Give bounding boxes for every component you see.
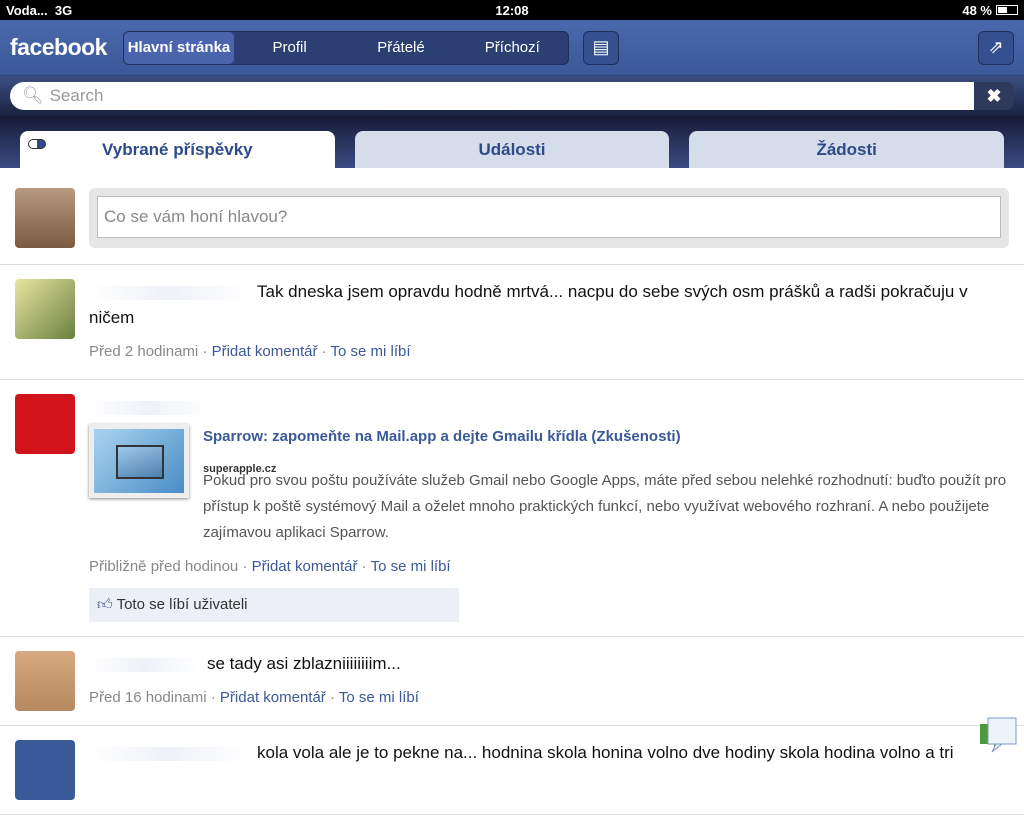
clear-search-button[interactable]: ✖ bbox=[974, 82, 1014, 110]
tab-requests[interactable]: Žádosti bbox=[689, 131, 1005, 168]
toggle-icon[interactable] bbox=[28, 139, 46, 149]
tab-inbox[interactable]: Příchozí bbox=[457, 32, 568, 64]
nav-segments: Hlavní stránka Profil Přátelé Příchozí bbox=[122, 30, 569, 65]
avatar bbox=[15, 188, 75, 248]
list-item: Tak dneska jsem opravdu hodně mrtvá... n… bbox=[0, 265, 1024, 380]
search-input[interactable]: 🔍︎ Search bbox=[10, 82, 974, 110]
share-icon: ⇗ bbox=[988, 37, 1004, 57]
notes-icon: ▤ bbox=[592, 37, 610, 57]
status-input[interactable]: Co se vám honí hlavou? bbox=[97, 196, 1001, 238]
like-link[interactable]: To se mi líbí bbox=[339, 689, 419, 706]
facebook-logo[interactable]: facebook bbox=[10, 34, 107, 61]
close-icon: ✖ bbox=[986, 85, 1002, 106]
link-title[interactable]: Sparrow: zapomeňte na Mail.app a dejte G… bbox=[203, 424, 681, 450]
avatar[interactable] bbox=[15, 740, 75, 800]
tab-home[interactable]: Hlavní stránka bbox=[123, 31, 234, 64]
avatar[interactable] bbox=[15, 651, 75, 711]
avatar[interactable] bbox=[15, 279, 75, 339]
like-link[interactable]: To se mi líbí bbox=[331, 343, 411, 360]
search-icon: 🔍︎ bbox=[22, 86, 44, 105]
link-thumbnail[interactable] bbox=[89, 424, 189, 498]
list-item: se tady asi zblazniiiiiiiim... Před 16 h… bbox=[0, 637, 1024, 726]
add-comment-link[interactable]: Přidat komentář bbox=[252, 558, 358, 575]
add-comment-link[interactable]: Přidat komentář bbox=[220, 689, 326, 706]
tab-events[interactable]: Události bbox=[354, 131, 670, 168]
tab-friends[interactable]: Přátelé bbox=[345, 32, 456, 64]
top-nav: facebook Hlavní stránka Profil Přátelé P… bbox=[0, 20, 1024, 76]
list-item: Sparrow: zapomeňte na Mail.app a dejte G… bbox=[0, 380, 1024, 637]
likes-bar[interactable]: 👍︎ Toto se líbí uživateli bbox=[89, 588, 459, 622]
add-comment-link[interactable]: Přidat komentář bbox=[212, 343, 318, 360]
status-bar: Voda... 3G 12:08 48 % bbox=[0, 0, 1024, 20]
list-item: kola vola ale je to pekne na... hodnina … bbox=[0, 726, 1024, 815]
like-link[interactable]: To se mi líbí bbox=[371, 558, 451, 575]
tab-featured-posts[interactable]: Vybrané příspěvky bbox=[20, 131, 335, 168]
link-description: Pokud pro svou poštu používáte služeb Gm… bbox=[203, 472, 1007, 541]
notes-button[interactable]: ▤ bbox=[582, 30, 619, 65]
avatar[interactable] bbox=[15, 394, 75, 454]
tab-profile[interactable]: Profil bbox=[234, 32, 345, 64]
chat-icon[interactable] bbox=[978, 716, 1018, 756]
share-button[interactable]: ⇗ bbox=[978, 30, 1014, 65]
thumbs-up-icon: 👍︎ bbox=[97, 596, 113, 613]
clock: 12:08 bbox=[495, 2, 529, 18]
